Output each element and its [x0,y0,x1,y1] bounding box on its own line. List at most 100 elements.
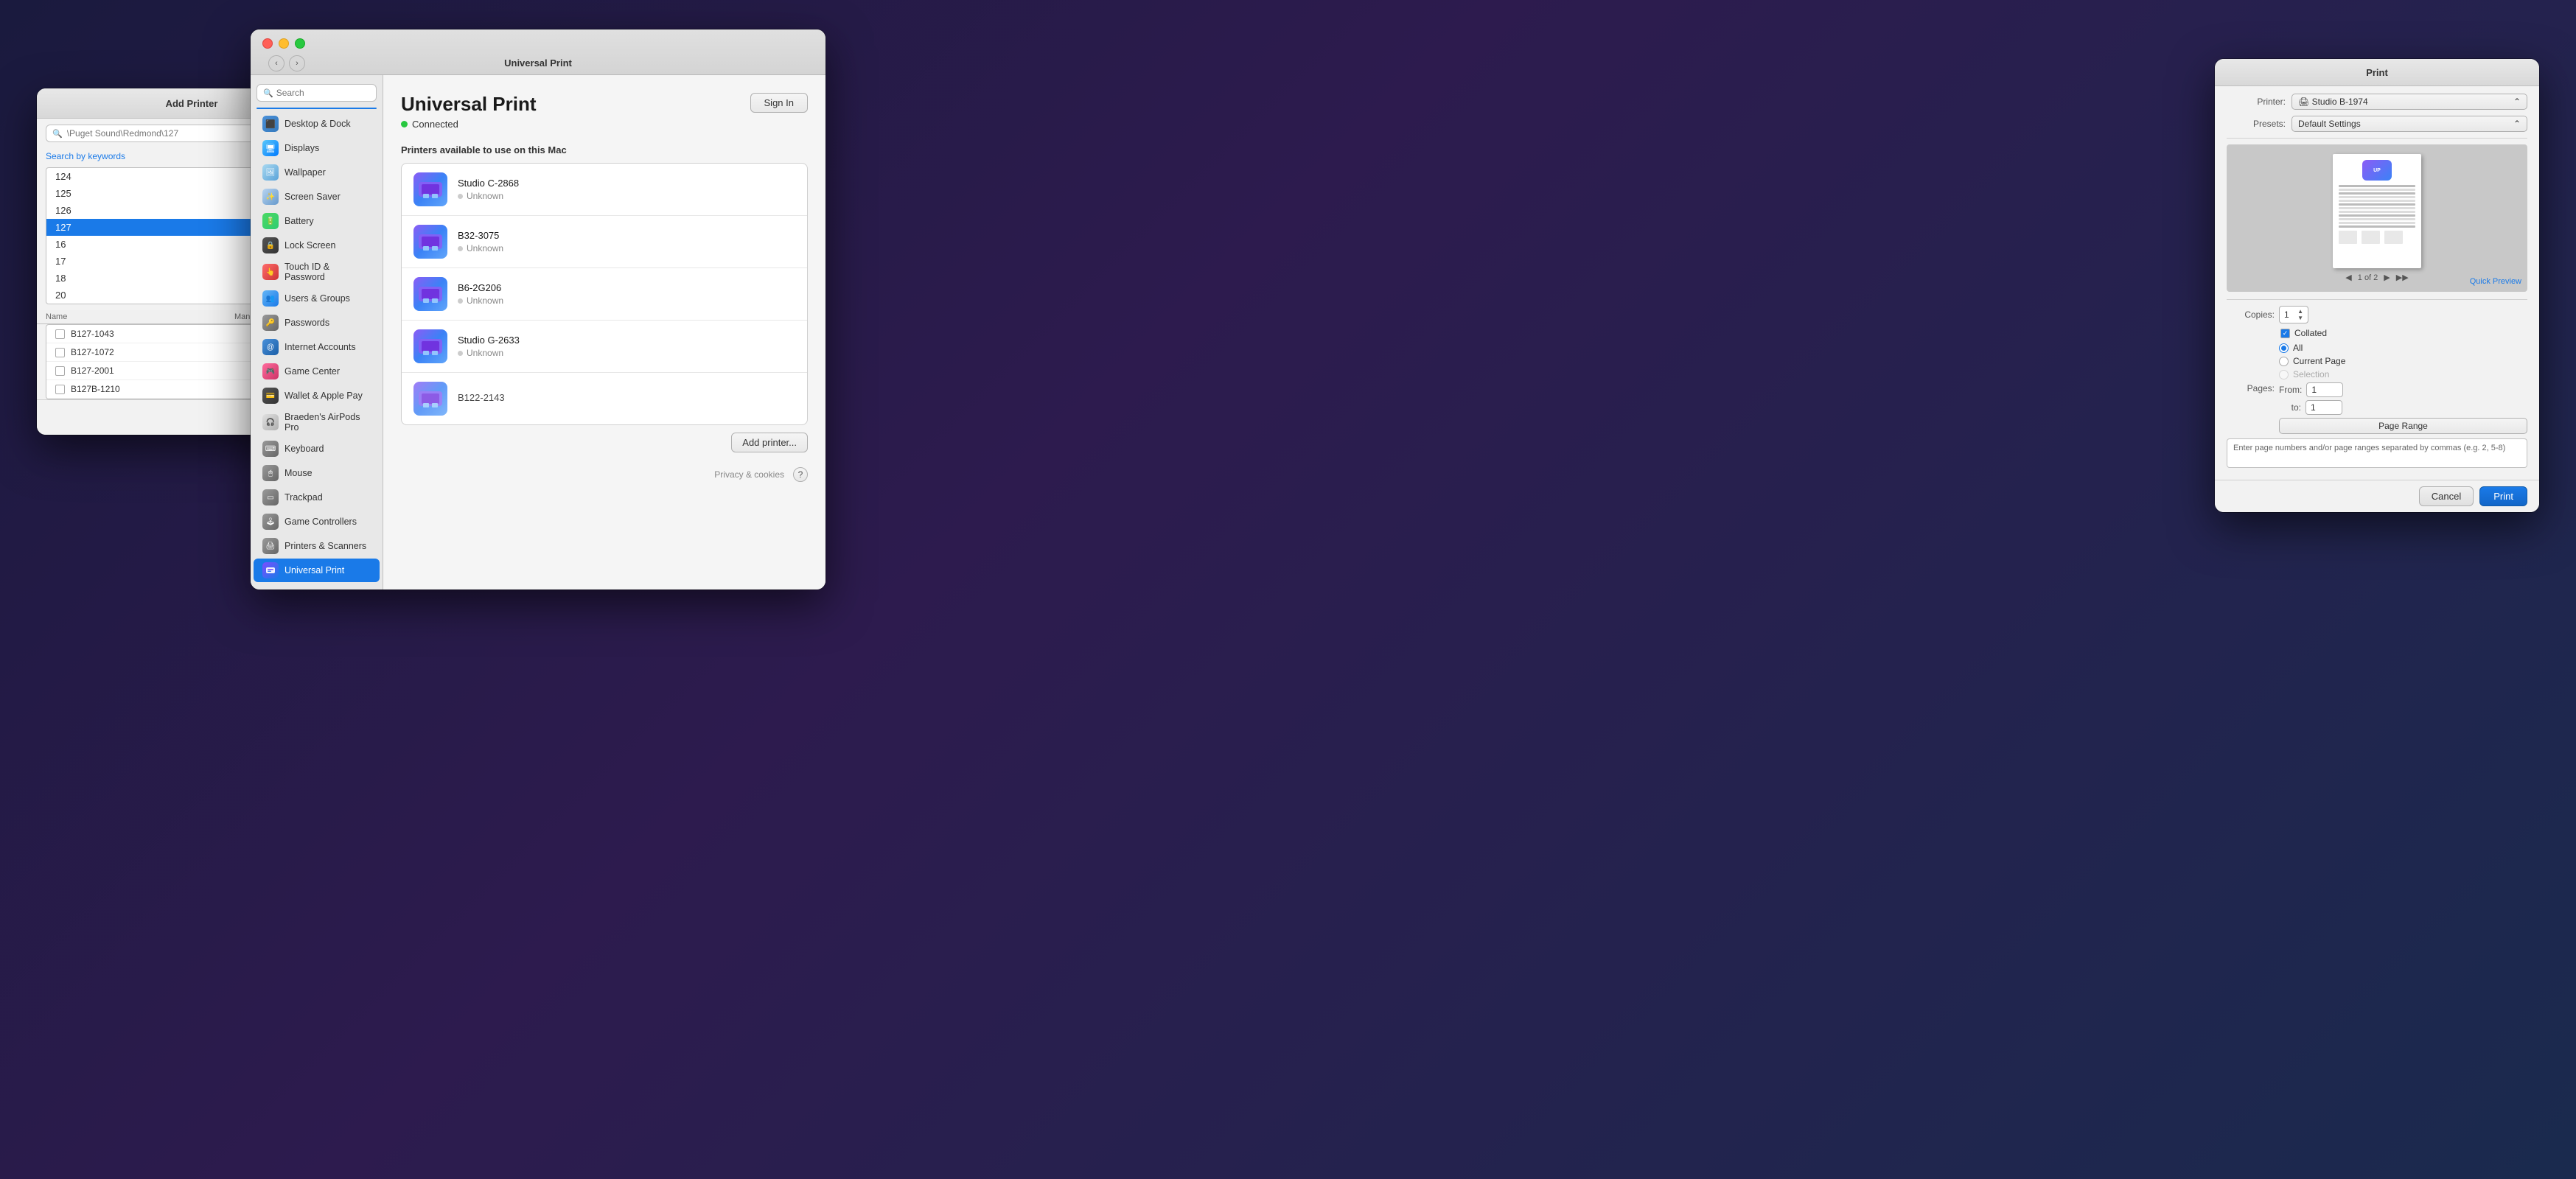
sidebar-item-battery[interactable]: 🔋 Battery [254,209,380,233]
add-printer-button[interactable]: Add printer... [731,433,808,452]
sidebar-item-desktop-dock[interactable]: ⬛ Desktop & Dock [254,112,380,136]
sidebar-item-game-controllers[interactable]: 🕹 Game Controllers [254,510,380,533]
sidebar-item-keyboard[interactable]: ⌨ Keyboard [254,437,380,461]
presets-row: Presets: Default Settings ⌃ [2227,116,2527,132]
printer-item[interactable]: Studio C-2868 Unknown [402,164,807,216]
forward-button[interactable]: › [289,55,305,71]
printer-info: Studio G-2633 Unknown [458,335,795,358]
pages-label: Pages: [2227,383,2275,393]
sidebar-item-wallet[interactable]: 💳 Wallet & Apple Pay [254,384,380,407]
printer-item[interactable]: Studio G-2633 Unknown [402,321,807,373]
preview-nav: ◀ 1 of 2 ▶ ▶▶ [2345,273,2408,282]
preview-prev-button[interactable]: ◀ [2345,273,2351,282]
minimize-button[interactable] [279,38,289,49]
help-button[interactable]: ? [793,467,808,482]
printer-item[interactable]: B32-3075 Unknown [402,216,807,268]
sidebar-item-airpods[interactable]: 🎧 Braeden's AirPods Pro [254,408,380,436]
printer-select[interactable]: 🖨 Studio B-1974 ⌃ [2291,94,2527,110]
window-title: Universal Print [504,57,572,69]
print-cancel-button[interactable]: Cancel [2419,486,2474,506]
up-logo: UP [2362,160,2392,181]
sidebar-search-input[interactable] [276,88,383,98]
printers-list: Studio C-2868 Unknown [401,163,808,425]
sidebar-item-game-center[interactable]: 🎮 Game Center [254,360,380,383]
to-input[interactable]: 1 [2306,400,2342,415]
maximize-button[interactable] [295,38,305,49]
print-preview-area: UP [2227,144,2527,292]
copies-value: 1 [2284,309,2289,320]
sidebar-item-lock-screen[interactable]: 🔒 Lock Screen [254,234,380,257]
copies-input[interactable]: 1 ▲ ▼ [2279,306,2308,323]
printer-item[interactable]: B122-2143 [402,373,807,424]
status-label: Unknown [467,348,503,358]
sidebar-label: Mouse [285,468,313,478]
pages-current-option: Current Page [2279,356,2527,366]
desktop-dock-icon: ⬛ [262,116,279,132]
content-header: Universal Print Connected Sign In [401,93,808,130]
pages-selection-radio[interactable] [2279,370,2289,379]
sidebar-label: Trackpad [285,492,323,503]
sidebar-item-mouse[interactable]: 🖱 Mouse [254,461,380,485]
sidebar-label: Wallet & Apple Pay [285,391,363,401]
printer-name: B122-2143 [458,392,795,403]
printer-avatar [413,225,447,259]
sysprefs-body: 🔍 ⬛ Desktop & Dock 🖥 Displays 🖼 Wallpape… [251,75,825,590]
preview-end-button[interactable]: ▶▶ [2396,273,2409,282]
close-button[interactable] [262,38,273,49]
row-checkbox[interactable] [55,348,65,357]
printer-label: Printer: [2227,97,2286,107]
print-button[interactable]: Print [2479,486,2527,506]
page-range-button[interactable]: Page Range [2279,418,2527,434]
print-dialog-body: Printer: 🖨 Studio B-1974 ⌃ Presets: Defa… [2215,86,2539,480]
print-dialog-footer: Cancel Print [2215,480,2539,512]
sidebar-item-wallpaper[interactable]: 🖼 Wallpaper [254,161,380,184]
sidebar-item-passwords[interactable]: 🔑 Passwords [254,311,380,335]
gamecontrollers-icon: 🕹 [262,514,279,530]
content-footer: Privacy & cookies ? [401,467,808,482]
print-options: Copies: 1 ▲ ▼ Collated Pages: [2227,306,2527,434]
preview-text [2339,183,2415,244]
status-dot [401,121,408,127]
print-dialog-window: Print Printer: 🖨 Studio B-1974 ⌃ Presets… [2215,59,2539,512]
preview-next-button[interactable]: ▶ [2384,273,2390,282]
row-checkbox[interactable] [55,329,65,339]
lockscreen-icon: 🔒 [262,237,279,253]
sidebar-label: Universal Print [285,565,344,575]
printer-name: B6-2G206 [458,282,795,293]
sign-in-button[interactable]: Sign In [750,93,808,113]
pages-selection-option: Selection [2279,369,2527,379]
col-name-header: Name [46,312,234,321]
copies-stepper[interactable]: ▲ ▼ [2297,308,2303,321]
sidebar-item-touch-id[interactable]: 👆 Touch ID & Password [254,258,380,286]
universalprint-icon [262,562,279,578]
print-dialog-title: Print [2366,67,2388,78]
sidebar-item-screen-saver[interactable]: ✨ Screen Saver [254,185,380,209]
pages-current-radio[interactable] [2279,357,2289,366]
row-checkbox[interactable] [55,385,65,394]
internet-icon: @ [262,339,279,355]
collated-checkbox[interactable] [2280,329,2290,338]
quick-preview-button[interactable]: Quick Preview [2470,277,2521,286]
printer-item[interactable]: B6-2G206 Unknown [402,268,807,321]
pages-header-row: Pages: All Current Page Sele [2227,343,2527,434]
privacy-cookies-link[interactable]: Privacy & cookies [714,469,784,480]
sidebar-search[interactable]: 🔍 [256,84,377,102]
presets-label: Presets: [2227,119,2286,129]
from-input[interactable]: 1 [2306,382,2343,397]
pages-all-radio[interactable] [2279,343,2289,353]
nav-bar: ‹ › Universal Print [262,55,814,74]
text-line [2339,207,2415,209]
sidebar-item-universal-print[interactable]: Universal Print [254,559,380,582]
status-indicator [458,194,463,199]
status-indicator [458,246,463,251]
sidebar-item-trackpad[interactable]: ▭ Trackpad [254,486,380,509]
back-button[interactable]: ‹ [268,55,285,71]
sidebar-item-internet-accounts[interactable]: @ Internet Accounts [254,335,380,359]
sidebar-item-users-groups[interactable]: 👥 Users & Groups [254,287,380,310]
pages-all-label: All [2293,343,2303,353]
sidebar-item-displays[interactable]: 🖥 Displays [254,136,380,160]
sidebar-item-printers-scanners[interactable]: 🖨 Printers & Scanners [254,534,380,558]
presets-select[interactable]: Default Settings ⌃ [2291,116,2527,132]
users-icon: 👥 [262,290,279,307]
row-checkbox[interactable] [55,366,65,376]
